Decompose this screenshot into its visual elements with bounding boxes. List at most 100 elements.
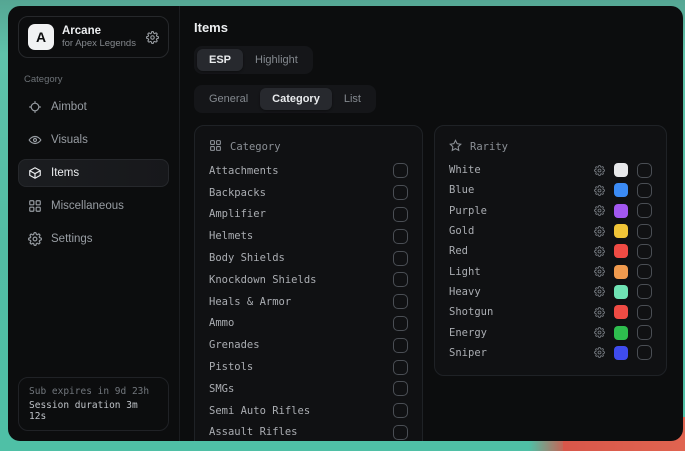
gear-icon[interactable] [594, 307, 605, 318]
category-row: Backpacks [209, 182, 408, 204]
category-checkbox[interactable] [393, 251, 408, 266]
gear-icon [28, 232, 42, 246]
category-checkbox[interactable] [393, 207, 408, 222]
sidebar-item-aimbot[interactable]: Aimbot [18, 93, 169, 121]
app-window: A Arcane for Apex Legends Category Aimbo… [8, 6, 683, 441]
rarity-checkbox[interactable] [637, 284, 652, 299]
gear-icon[interactable] [594, 327, 605, 338]
tab-category[interactable]: Category [260, 88, 332, 110]
category-checkbox[interactable] [393, 425, 408, 440]
sidebar-item-settings[interactable]: Settings [18, 225, 169, 253]
rarity-checkbox[interactable] [637, 183, 652, 198]
gear-icon[interactable] [594, 286, 605, 297]
sidebar-item-label: Visuals [51, 134, 88, 146]
color-swatch[interactable] [614, 204, 628, 218]
color-swatch[interactable] [614, 183, 628, 197]
crosshair-icon [28, 100, 42, 114]
category-checkbox[interactable] [393, 294, 408, 309]
category-list: AttachmentsBackpacksAmplifierHelmetsBody… [209, 160, 408, 441]
sidebar-section-label: Category [24, 74, 163, 85]
rarity-row: Shotgun [449, 302, 652, 322]
rarity-controls [594, 345, 652, 360]
category-row: Body Shields [209, 247, 408, 269]
category-label: Grenades [209, 339, 260, 351]
color-swatch[interactable] [614, 224, 628, 238]
category-checkbox[interactable] [393, 381, 408, 396]
panels-row: Category AttachmentsBackpacksAmplifierHe… [194, 125, 667, 441]
category-label: Body Shields [209, 252, 285, 264]
sidebar-item-label: Items [51, 167, 79, 179]
page-title: Items [194, 20, 667, 35]
category-row: Helmets [209, 225, 408, 247]
category-checkbox[interactable] [393, 163, 408, 178]
rarity-row: Gold [449, 221, 652, 241]
color-swatch[interactable] [614, 285, 628, 299]
color-swatch[interactable] [614, 244, 628, 258]
category-row: Semi Auto Rifles [209, 400, 408, 422]
category-row: SMGs [209, 378, 408, 400]
gear-icon[interactable] [594, 266, 605, 277]
category-label: SMGs [209, 383, 234, 395]
rarity-checkbox[interactable] [637, 325, 652, 340]
rarity-controls [594, 284, 652, 299]
category-checkbox[interactable] [393, 185, 408, 200]
rarity-controls [594, 325, 652, 340]
sidebar-item-items[interactable]: Items [18, 159, 169, 187]
category-checkbox[interactable] [393, 272, 408, 287]
main-content: Items ESPHighlight GeneralCategoryList C… [180, 6, 683, 441]
rarity-label: Sniper [449, 347, 487, 359]
rarity-checkbox[interactable] [637, 244, 652, 259]
gear-icon[interactable] [594, 347, 605, 358]
color-swatch[interactable] [614, 346, 628, 360]
sub-expiry-text: Sub expires in 9d 23h [29, 386, 158, 397]
gear-icon[interactable] [146, 31, 159, 44]
rarity-checkbox[interactable] [637, 305, 652, 320]
app-subtitle: for Apex Legends [62, 38, 136, 49]
category-row: Attachments [209, 160, 408, 182]
category-checkbox[interactable] [393, 316, 408, 331]
category-label: Knockdown Shields [209, 274, 316, 286]
color-swatch[interactable] [614, 305, 628, 319]
tab-highlight[interactable]: Highlight [243, 49, 310, 71]
category-row: Assault Rifles [209, 422, 408, 441]
rarity-row: Light [449, 261, 652, 281]
gear-icon[interactable] [594, 246, 605, 257]
category-checkbox[interactable] [393, 229, 408, 244]
rarity-checkbox[interactable] [637, 224, 652, 239]
rarity-checkbox[interactable] [637, 264, 652, 279]
rarity-row: Red [449, 241, 652, 261]
category-checkbox[interactable] [393, 403, 408, 418]
sidebar-item-visuals[interactable]: Visuals [18, 126, 169, 154]
rarity-controls [594, 163, 652, 178]
tab-list[interactable]: List [332, 88, 373, 110]
gear-icon[interactable] [594, 165, 605, 176]
color-swatch[interactable] [614, 326, 628, 340]
category-checkbox[interactable] [393, 338, 408, 353]
gear-icon[interactable] [594, 185, 605, 196]
category-label: Assault Rifles [209, 426, 298, 438]
color-swatch[interactable] [614, 265, 628, 279]
rarity-controls [594, 203, 652, 218]
rarity-panel: Rarity WhiteBluePurpleGoldRedLightHeavyS… [434, 125, 667, 376]
sidebar-item-miscellaneous[interactable]: Miscellaneous [18, 192, 169, 220]
category-label: Helmets [209, 230, 253, 242]
rarity-checkbox[interactable] [637, 203, 652, 218]
category-label: Ammo [209, 317, 234, 329]
sidebar-item-label: Miscellaneous [51, 200, 124, 212]
app-logo: A [28, 24, 54, 50]
rarity-checkbox[interactable] [637, 345, 652, 360]
mode-tabs: ESPHighlight [194, 46, 313, 74]
category-label: Pistols [209, 361, 253, 373]
tab-esp[interactable]: ESP [197, 49, 243, 71]
grid-icon [28, 199, 42, 213]
gear-icon[interactable] [594, 205, 605, 216]
sidebar: A Arcane for Apex Legends Category Aimbo… [8, 6, 180, 441]
sidebar-item-label: Aimbot [51, 101, 87, 113]
tab-general[interactable]: General [197, 88, 260, 110]
app-name: Arcane [62, 25, 136, 37]
session-duration-text: Session duration 3m 12s [29, 400, 158, 422]
category-checkbox[interactable] [393, 360, 408, 375]
rarity-checkbox[interactable] [637, 163, 652, 178]
color-swatch[interactable] [614, 163, 628, 177]
gear-icon[interactable] [594, 226, 605, 237]
